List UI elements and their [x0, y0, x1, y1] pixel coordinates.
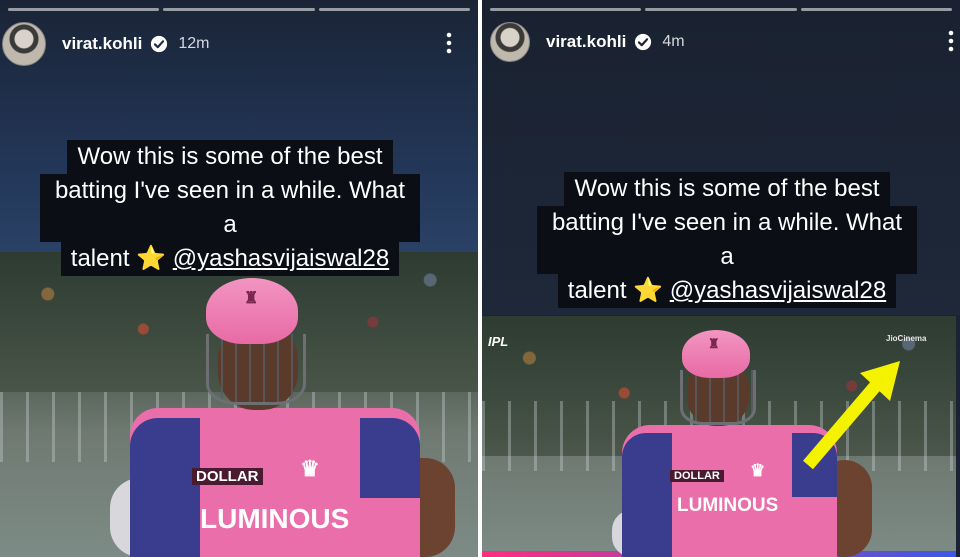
player-helmet: ♜ [206, 278, 298, 344]
avatar[interactable] [490, 22, 530, 62]
caption-line: Wow this is some of the best [564, 172, 890, 206]
progress-segment [800, 8, 952, 11]
story-caption: Wow this is some of the best batting I'v… [537, 172, 917, 308]
story-progress-bar [8, 8, 470, 11]
jersey-sponsor-main: LUMINOUS [200, 503, 350, 534]
story-caption: Wow this is some of the best batting I'v… [40, 140, 420, 276]
helmet-crest-icon: ♜ [708, 336, 720, 351]
progress-segment [8, 8, 160, 11]
jersey-sponsor-top: DOLLAR [192, 468, 263, 485]
story-progress-bar [490, 8, 952, 11]
caption-line: batting I've seen in a while. What a [40, 174, 420, 242]
jiocinema-watermark: JioCinema [886, 334, 927, 343]
helmet-grille [680, 370, 756, 425]
star-icon: ⭐ [136, 245, 167, 272]
team-crest-icon: ♛ [300, 456, 320, 481]
player-helmet: ♜ [682, 330, 750, 378]
caption-line: talent ⭐ @yashasvijaiswal28 [557, 274, 897, 308]
caption-line-text: talent [567, 277, 627, 304]
helmet-crest-icon: ♜ [244, 290, 259, 307]
caption-line: batting I've seen in a while. What a [537, 206, 917, 274]
caption-line: talent ⭐ @yashasvijaiswal28 [60, 242, 400, 276]
post-time: 12m [178, 35, 210, 52]
jersey-sponsor-top: DOLLAR [670, 470, 724, 482]
cricket-player: DOLLAR ♛ LUMINOUS ♜ [110, 278, 460, 557]
mention-link[interactable]: @yashasvijaiswal28 [173, 245, 389, 272]
story-panel-right[interactable]: IPL JioCinema virat.kohli 4m Wow this is… [482, 0, 960, 557]
jersey-sleeve [622, 433, 672, 557]
player-jersey: DOLLAR ♛ LUMINOUS [130, 408, 420, 557]
mention-link[interactable]: @yashasvijaiswal28 [670, 277, 886, 304]
more-options-icon[interactable] [446, 32, 452, 54]
story-header: virat.kohli 12m [0, 22, 478, 66]
username[interactable]: virat.kohli [62, 34, 142, 54]
username[interactable]: virat.kohli [546, 32, 626, 52]
caption-line-text: talent [70, 245, 130, 272]
jersey-sleeve [360, 418, 420, 498]
avatar[interactable] [2, 22, 46, 66]
verified-badge-icon [635, 33, 652, 51]
star-icon: ⭐ [633, 277, 664, 304]
ipl-logo: IPL [488, 334, 509, 349]
story-panel-left[interactable]: virat.kohli 12m Wow this is some of the … [0, 0, 478, 557]
progress-segment [163, 8, 315, 11]
story-header: virat.kohli 4m [482, 22, 960, 62]
verified-badge-icon [151, 35, 168, 53]
post-time: 4m [662, 33, 685, 50]
arrow-icon [803, 361, 900, 470]
progress-segment [645, 8, 797, 11]
progress-segment [318, 8, 470, 11]
jersey-sponsor-main: LUMINOUS [677, 495, 779, 516]
caption-line: Wow this is some of the best [67, 140, 393, 174]
jersey-sleeve [130, 418, 200, 557]
progress-segment [490, 8, 642, 11]
helmet-grille [206, 334, 306, 405]
team-crest-icon: ♛ [750, 461, 766, 480]
more-options-icon[interactable] [948, 30, 954, 52]
